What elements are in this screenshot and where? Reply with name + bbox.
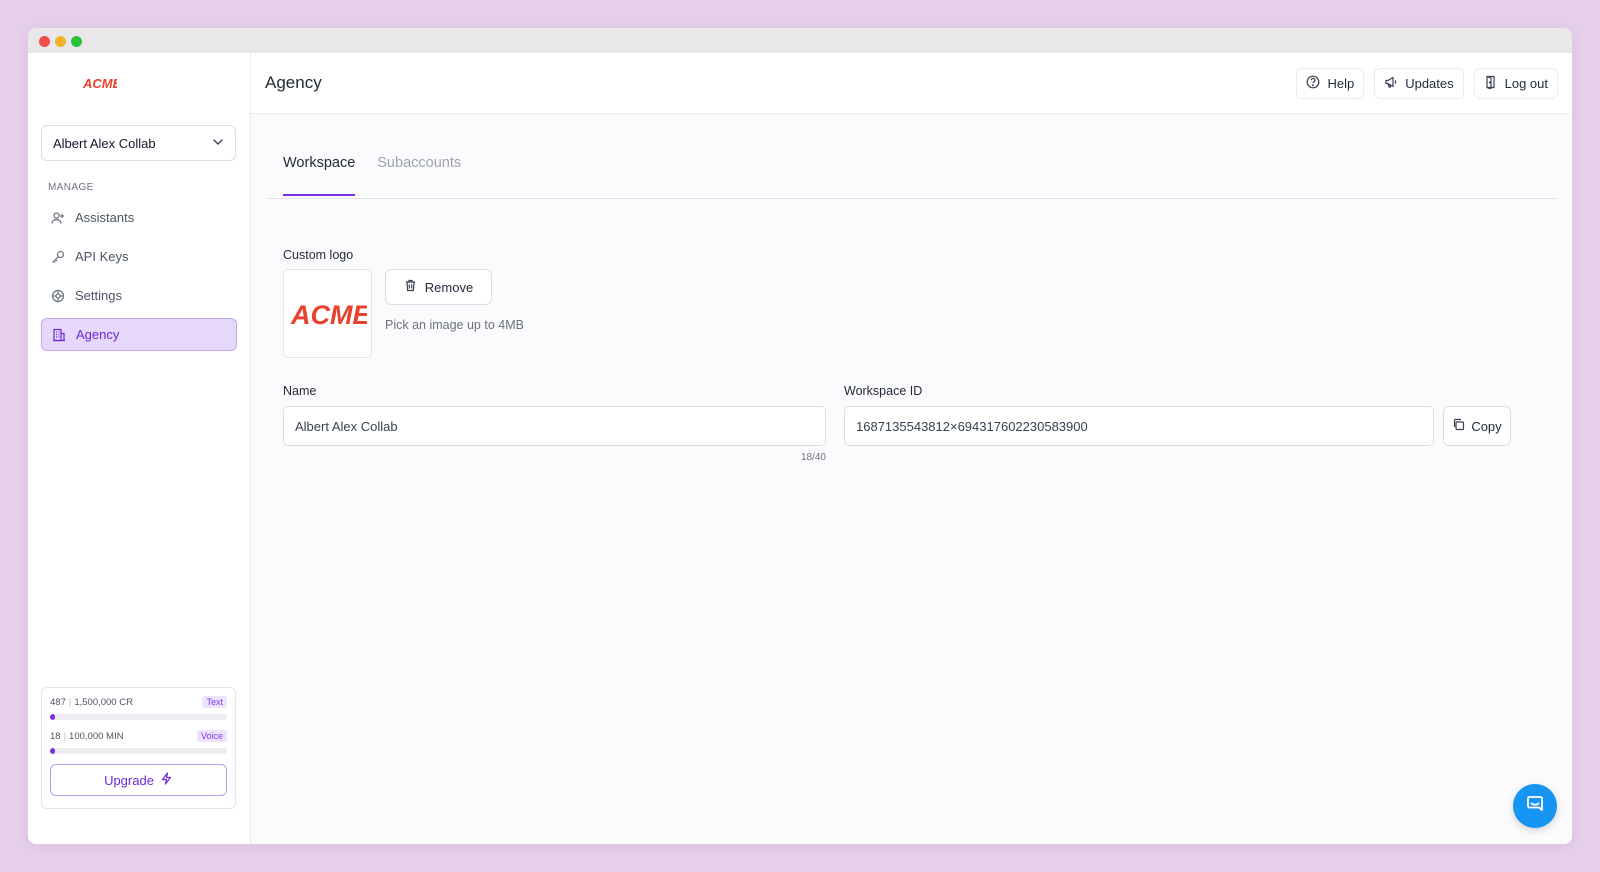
acme-logo-image: ACME bbox=[290, 300, 367, 329]
name-input[interactable]: Albert Alex Collab bbox=[283, 406, 826, 446]
chat-icon bbox=[1525, 794, 1545, 819]
name-char-counter: 18/40 bbox=[800, 452, 826, 463]
copy-icon bbox=[1452, 418, 1465, 434]
workspace-form: Custom logo ACME Remove Pick an image up… bbox=[283, 248, 1542, 463]
acme-logo-text: ACME bbox=[290, 300, 367, 329]
logout-button[interactable]: Log out bbox=[1473, 67, 1558, 99]
copy-workspace-id-button[interactable]: Copy bbox=[1443, 406, 1511, 446]
sidebar-nav: Assistants API Keys Settings Agency bbox=[41, 201, 237, 357]
logo-upload-hint: Pick an image up to 4MB bbox=[385, 318, 524, 332]
text-usage-badge: Text bbox=[202, 696, 227, 708]
text-usage-limit: 1,500,000 CR bbox=[74, 696, 133, 708]
chevron-down-icon bbox=[212, 136, 224, 151]
sidebar-item-label: Assistants bbox=[75, 210, 135, 225]
voice-usage-row: 18 | 100,000 MIN Voice bbox=[50, 730, 227, 742]
usage-card: 487 | 1,500,000 CR Text 18 | 100,000 MIN Voi… bbox=[41, 687, 236, 809]
tab-workspace[interactable]: Workspace bbox=[283, 140, 356, 196]
main-content: Agency Help Updates Log out Workspace Su… bbox=[251, 53, 1572, 844]
settings-icon bbox=[51, 289, 65, 303]
help-circle-icon bbox=[1306, 75, 1320, 92]
window-titlebar bbox=[28, 28, 1572, 53]
voice-usage-limit: 100,000 MIN bbox=[69, 730, 124, 742]
lightning-icon bbox=[160, 772, 173, 788]
sidebar: ACME Albert Alex Collab MANAGE Assistant… bbox=[28, 53, 251, 844]
workspace-select-value: Albert Alex Collab bbox=[53, 135, 156, 151]
help-button[interactable]: Help bbox=[1296, 67, 1365, 99]
logout-icon bbox=[1484, 75, 1498, 92]
sidebar-item-label: API Keys bbox=[75, 249, 129, 264]
text-usage-fill bbox=[50, 714, 56, 720]
upgrade-button[interactable]: Upgrade bbox=[50, 764, 227, 796]
updates-button[interactable]: Updates bbox=[1374, 67, 1464, 99]
name-field-label: Name bbox=[283, 384, 317, 398]
sidebar-item-label: Agency bbox=[76, 327, 120, 342]
trash-icon bbox=[404, 279, 417, 295]
custom-logo-row: ACME Remove Pick an image up to 4MB bbox=[283, 269, 1542, 358]
voice-usage-bar bbox=[50, 748, 227, 754]
custom-logo-preview[interactable]: ACME bbox=[283, 269, 372, 358]
agency-tabs: Workspace Subaccounts bbox=[267, 140, 1558, 199]
remove-logo-button-label: Remove bbox=[424, 279, 474, 295]
workspace-select[interactable]: Albert Alex Collab bbox=[41, 125, 236, 161]
sidebar-item-label: Settings bbox=[75, 288, 122, 303]
voice-usage-badge: Voice bbox=[196, 730, 227, 742]
copy-button-label: Copy bbox=[1471, 418, 1502, 434]
brand-logo-text: ACME bbox=[83, 76, 117, 90]
top-actions: Help Updates Log out bbox=[1296, 67, 1558, 99]
help-button-label: Help bbox=[1327, 75, 1355, 91]
maximize-window-button[interactable] bbox=[71, 36, 82, 47]
sidebar-item-agency[interactable]: Agency bbox=[41, 318, 237, 351]
custom-logo-actions: Remove Pick an image up to 4MB bbox=[385, 269, 524, 358]
app-window: ACME Albert Alex Collab MANAGE Assistant… bbox=[28, 28, 1572, 844]
tab-subaccounts[interactable]: Subaccounts bbox=[377, 140, 461, 183]
building-icon bbox=[52, 328, 66, 342]
user-plus-icon bbox=[51, 211, 65, 225]
chat-support-button[interactable] bbox=[1513, 784, 1557, 828]
sidebar-item-api-keys[interactable]: API Keys bbox=[41, 240, 237, 273]
voice-usage-used: 18 bbox=[50, 730, 61, 742]
megaphone-icon bbox=[1384, 75, 1398, 92]
minimize-window-button[interactable] bbox=[55, 36, 66, 47]
updates-button-label: Updates bbox=[1405, 75, 1454, 91]
name-and-id-row: Name Albert Alex Collab 18/40 Workspace … bbox=[283, 384, 1542, 463]
logout-button-label: Log out bbox=[1504, 75, 1548, 91]
name-field-group: Name Albert Alex Collab 18/40 bbox=[283, 384, 826, 463]
top-bar: Agency Help Updates Log out bbox=[251, 53, 1572, 114]
key-icon bbox=[51, 250, 65, 264]
sidebar-item-settings[interactable]: Settings bbox=[41, 279, 237, 312]
page-title: Agency bbox=[265, 73, 322, 92]
text-usage-bar bbox=[50, 714, 227, 720]
manage-section-label: MANAGE bbox=[48, 182, 94, 193]
voice-usage-fill bbox=[50, 748, 56, 754]
workspace-id-input[interactable]: 1687135543812×694317602230583900 bbox=[844, 406, 1434, 446]
close-window-button[interactable] bbox=[39, 36, 50, 47]
remove-logo-button[interactable]: Remove bbox=[385, 269, 492, 305]
text-usage-row: 487 | 1,500,000 CR Text bbox=[50, 696, 227, 708]
workspace-id-field-group: Workspace ID 1687135543812×6943176022305… bbox=[844, 384, 1511, 463]
text-usage-used: 487 bbox=[50, 696, 66, 708]
workspace-id-label: Workspace ID bbox=[844, 384, 923, 398]
sidebar-item-assistants[interactable]: Assistants bbox=[41, 201, 237, 234]
upgrade-button-label: Upgrade bbox=[104, 772, 154, 788]
brand-logo: ACME bbox=[82, 76, 122, 91]
custom-logo-label: Custom logo bbox=[283, 248, 354, 262]
